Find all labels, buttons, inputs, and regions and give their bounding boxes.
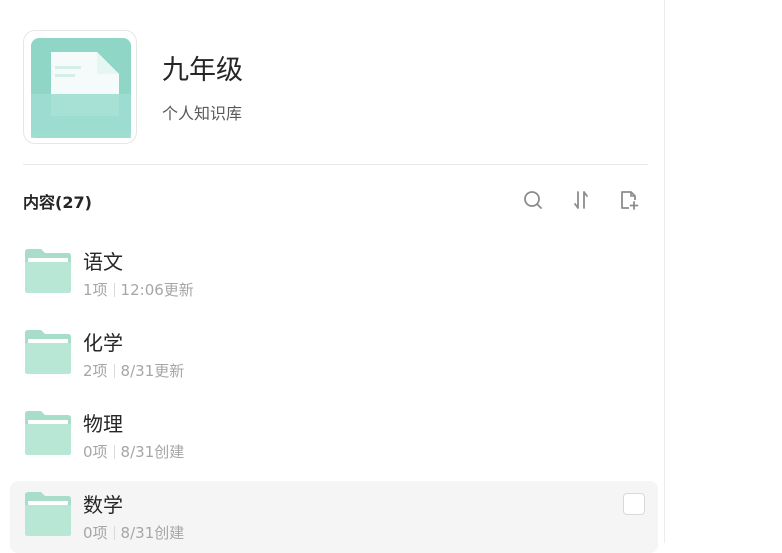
search-button[interactable]: [522, 189, 544, 211]
library-title: 九年级: [162, 55, 243, 86]
meta-separator: [113, 445, 115, 459]
item-count: 1项: [83, 281, 108, 299]
folder-icon: [25, 330, 71, 374]
divider: [23, 164, 648, 165]
item-time: 8/31更新: [120, 362, 185, 380]
library-cover[interactable]: [23, 30, 137, 144]
content-count-header: 内容(27): [23, 193, 92, 212]
item-count: 0项: [83, 524, 108, 542]
folder-icon: [25, 492, 71, 536]
item-meta: 2项 8/31更新: [83, 360, 184, 381]
new-document-button[interactable]: [618, 189, 640, 211]
search-icon: [524, 191, 542, 209]
item-name: 物理: [83, 412, 123, 436]
item-name: 语文: [83, 250, 123, 274]
new-document-icon: [621, 191, 639, 210]
item-count: 0项: [83, 443, 108, 461]
library-subtitle: 个人知识库: [162, 104, 243, 123]
item-meta: 0项 8/31创建: [83, 522, 184, 543]
item-meta: 1项 12:06更新: [83, 279, 194, 300]
list-item[interactable]: 语文 1项 12:06更新: [10, 238, 658, 310]
folder-icon: [25, 249, 71, 293]
meta-separator: [113, 526, 115, 540]
meta-separator: [113, 283, 115, 297]
folder-icon: [25, 411, 71, 455]
library-cover-icon: [31, 38, 131, 138]
item-time: 12:06更新: [120, 281, 194, 299]
sort-button[interactable]: [570, 189, 592, 211]
item-time: 8/31创建: [120, 524, 185, 542]
list-item[interactable]: 数学 0项 8/31创建: [10, 481, 658, 553]
library-panel: 九年级 个人知识库 内容(27) 语文 1项 12:06更新 化学 2项 8/3…: [0, 0, 665, 553]
item-time: 8/31创建: [120, 443, 185, 461]
item-name: 化学: [83, 331, 123, 355]
sort-icon: [574, 191, 588, 209]
list-item[interactable]: 物理 0项 8/31创建: [10, 400, 658, 472]
meta-separator: [113, 364, 115, 378]
item-name: 数学: [83, 493, 123, 517]
select-checkbox[interactable]: [623, 493, 645, 515]
item-meta: 0项 8/31创建: [83, 441, 184, 462]
list-item[interactable]: 化学 2项 8/31更新: [10, 319, 658, 391]
item-count: 2项: [83, 362, 108, 380]
